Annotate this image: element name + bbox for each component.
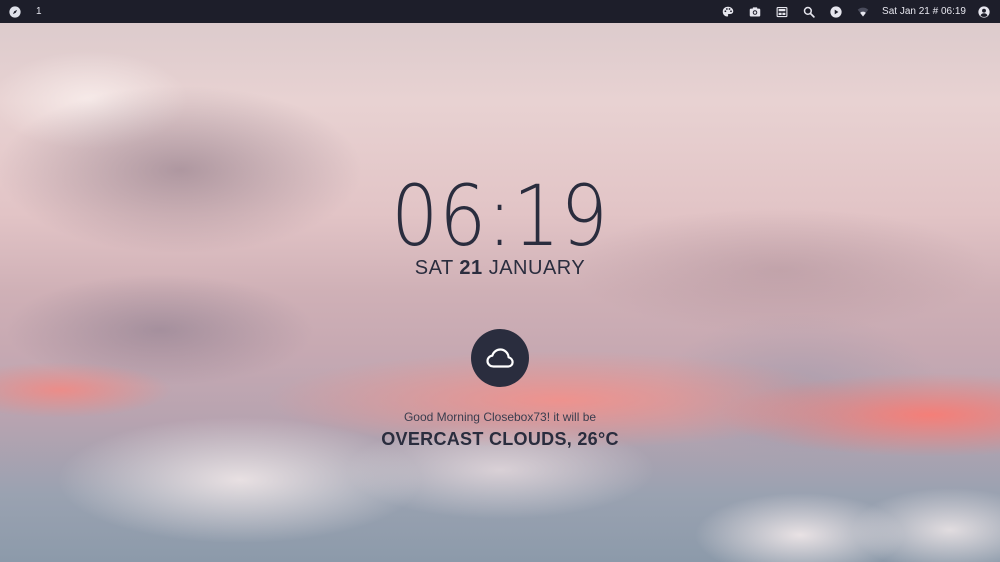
weather-icon-badge <box>471 329 529 387</box>
panel-left: 1 <box>0 0 42 23</box>
palette-icon[interactable] <box>714 0 741 23</box>
user-icon[interactable] <box>974 0 994 23</box>
weekday: SAT <box>414 257 454 279</box>
wifi-icon[interactable] <box>849 0 876 23</box>
top-panel: 1 Sat Jan 21 # 06:19 <box>0 0 1000 23</box>
panel-right: Sat Jan 21 # 06:19 <box>714 0 1000 23</box>
search-icon[interactable] <box>795 0 822 23</box>
clock-time: 06:19 <box>391 167 609 265</box>
panel-clock[interactable]: Sat Jan 21 # 06:19 <box>876 6 974 17</box>
camera-icon[interactable] <box>741 0 768 23</box>
play-icon[interactable] <box>822 0 849 23</box>
day-number: 21 <box>459 257 483 279</box>
dashboard-icon[interactable] <box>768 0 795 23</box>
compass-icon[interactable] <box>8 0 22 23</box>
month: JANUARY <box>488 257 586 279</box>
weather-greeting: Good Morning Closebox73! it will be <box>403 410 597 424</box>
cloud-icon <box>486 348 514 368</box>
weather-conditions: OVERCAST CLOUDS, 26°C <box>381 429 619 449</box>
date-line: SAT 21 JANUARY <box>0 255 1000 281</box>
workspace-indicator[interactable]: 1 <box>36 6 42 17</box>
